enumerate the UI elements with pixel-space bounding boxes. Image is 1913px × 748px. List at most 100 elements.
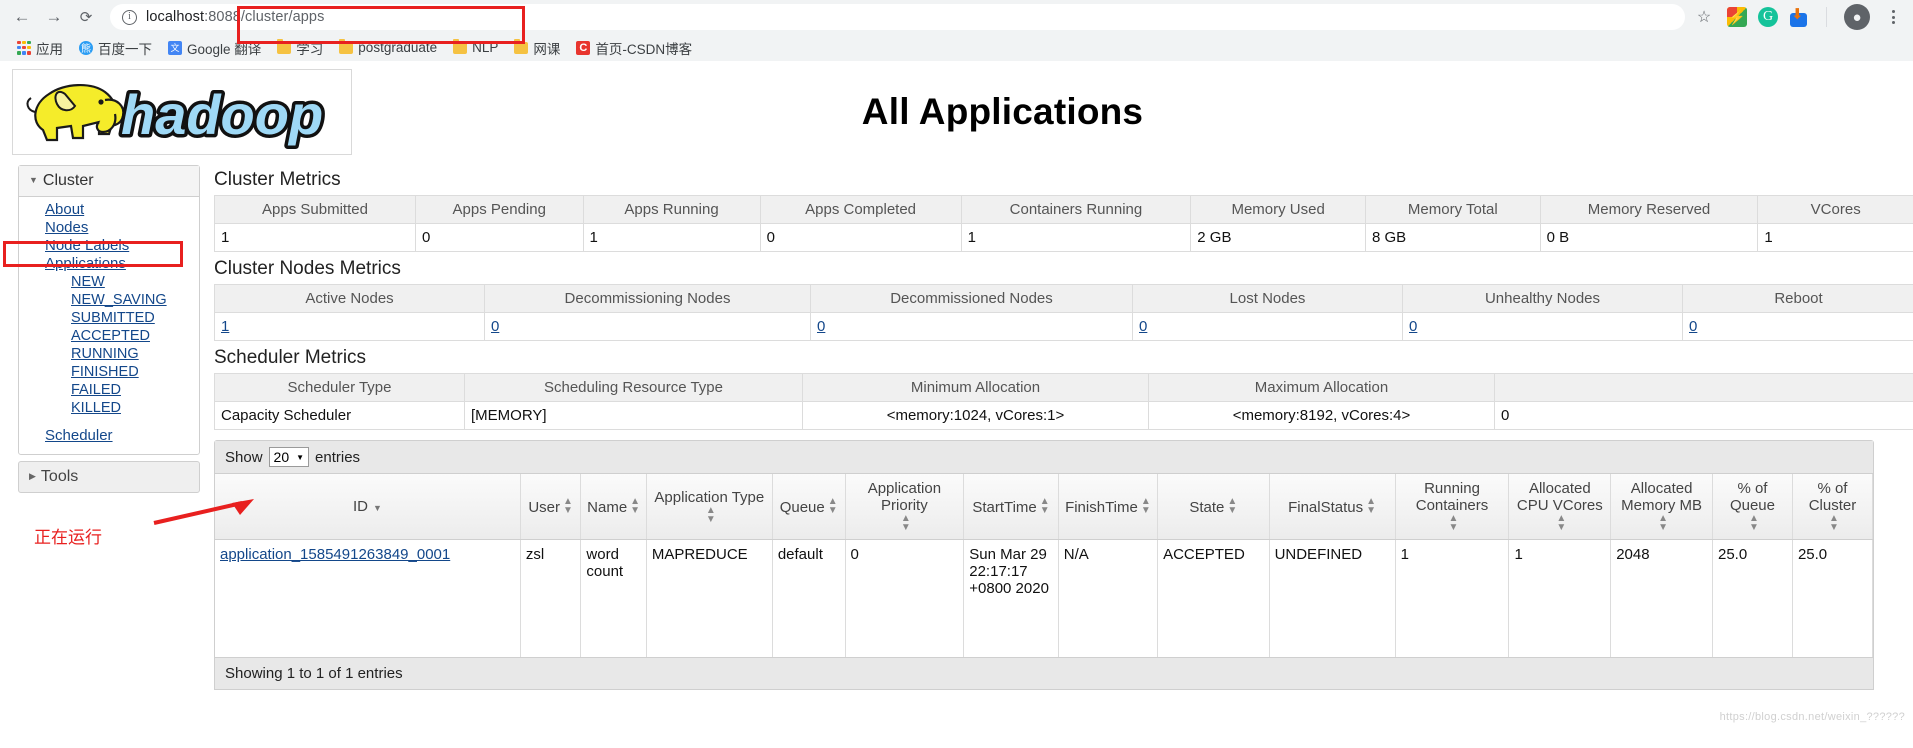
download-manager-icon[interactable] bbox=[1789, 5, 1809, 27]
col-state[interactable]: State ▲ ▼ bbox=[1157, 474, 1270, 540]
back-icon[interactable]: ← bbox=[8, 3, 36, 31]
bookmark-postgraduate[interactable]: postgraduate bbox=[332, 37, 444, 58]
col-scheduling-resource-type: Scheduling Resource Type bbox=[464, 373, 803, 402]
sort-icon: ▲ ▼ bbox=[630, 496, 641, 516]
unhealthy-nodes-link[interactable]: 0 bbox=[1409, 318, 1417, 335]
col-allocated-cpu-vcores[interactable]: Allocated CPU VCores ▲ ▼ bbox=[1508, 474, 1612, 540]
cell-apps-running: 1 bbox=[582, 223, 761, 252]
table-row: 1 0 1 0 1 2 GB 8 GB 0 B 1 bbox=[214, 223, 1913, 252]
application-id-link[interactable]: application_1585491263849_0001 bbox=[220, 546, 450, 563]
cell-state: ACCEPTED bbox=[1157, 539, 1270, 658]
url-path: :8088/cluster/apps bbox=[204, 9, 325, 25]
extensions-area: G ● bbox=[1721, 4, 1905, 30]
col-apps-completed: Apps Completed bbox=[759, 195, 962, 224]
watermark: https://blog.csdn.net/weixin_?????? bbox=[1719, 711, 1905, 723]
col-finish-time[interactable]: FinishTime ▲ ▼ bbox=[1058, 474, 1159, 540]
sidebar-item-nodes[interactable]: Nodes bbox=[19, 219, 199, 237]
sidebar-item-node-labels[interactable]: Node Labels bbox=[19, 237, 199, 255]
col-name[interactable]: Name ▲ ▼ bbox=[580, 474, 647, 540]
bookmark-apps[interactable]: 应用 bbox=[10, 35, 70, 61]
datatable-length-control: Show 20 ▼ entries bbox=[215, 441, 1873, 474]
bookmark-google-translate[interactable]: 文 Google 翻译 bbox=[161, 35, 268, 61]
browser-toolbar: ← → ⟳ i localhost:8088/cluster/apps ☆ G … bbox=[0, 0, 1913, 44]
colorful-extension-icon[interactable] bbox=[1727, 7, 1747, 27]
cell-memory-reserved: 0 B bbox=[1539, 223, 1759, 252]
col-start-time[interactable]: StartTime ▲ ▼ bbox=[963, 474, 1059, 540]
col-queue[interactable]: Queue ▲ ▼ bbox=[772, 474, 846, 540]
col-id[interactable]: ID ▼ bbox=[215, 474, 521, 540]
tools-panel: ▶ Tools bbox=[18, 461, 200, 493]
table-header-row: Active Nodes Decommissioning Nodes Decom… bbox=[214, 284, 1913, 313]
sort-icon: ▲ ▼ bbox=[563, 496, 573, 516]
decommissioned-nodes-link[interactable]: 0 bbox=[817, 318, 825, 335]
bookmark-nlp[interactable]: NLP bbox=[446, 37, 505, 58]
cluster-panel-header[interactable]: ▼ Cluster bbox=[19, 166, 199, 197]
grammarly-icon[interactable]: G bbox=[1758, 7, 1778, 27]
sort-desc-icon: ▼ bbox=[372, 503, 382, 513]
sort-icon: ▲ ▼ bbox=[1366, 496, 1377, 516]
sidebar-item-applications[interactable]: Applications bbox=[19, 255, 199, 273]
sort-icon: ▲ ▼ bbox=[1140, 496, 1151, 516]
chevron-right-icon: ▶ bbox=[29, 471, 36, 481]
browser-menu-icon[interactable] bbox=[1881, 10, 1905, 24]
col-pct-of-queue[interactable]: % of Queue ▲ ▼ bbox=[1712, 474, 1793, 540]
sidebar-item-accepted[interactable]: ACCEPTED bbox=[19, 327, 199, 345]
profile-avatar[interactable]: ● bbox=[1844, 4, 1870, 30]
bookmark-star-icon[interactable]: ☆ bbox=[1691, 4, 1717, 30]
col-unhealthy-nodes: Unhealthy Nodes bbox=[1402, 284, 1683, 313]
bookmark-wangke[interactable]: 网课 bbox=[507, 35, 567, 61]
col-application-priority[interactable]: Application Priority ▲ ▼ bbox=[845, 474, 965, 540]
forward-icon[interactable]: → bbox=[40, 3, 68, 31]
page-content: hadoop hadoop All Applications ▼ Cluster … bbox=[0, 61, 1913, 747]
reload-icon[interactable]: ⟳ bbox=[72, 3, 100, 31]
baidu-favicon: 熊 bbox=[79, 40, 93, 55]
decommissioning-nodes-link[interactable]: 0 bbox=[491, 318, 499, 335]
page-size-select[interactable]: 20 ▼ bbox=[268, 447, 310, 467]
site-info-icon[interactable]: i bbox=[122, 9, 137, 25]
sidebar-item-running[interactable]: RUNNING bbox=[19, 345, 199, 363]
sidebar-item-submitted[interactable]: SUBMITTED bbox=[19, 309, 199, 327]
col-maximum-allocation: Maximum Allocation bbox=[1148, 373, 1495, 402]
sidebar-item-scheduler[interactable]: Scheduler bbox=[19, 427, 199, 445]
col-apps-running: Apps Running bbox=[582, 195, 761, 224]
address-bar-url: localhost:8088/cluster/apps bbox=[146, 9, 324, 25]
cell-application-type: MAPREDUCE bbox=[646, 539, 773, 658]
cell-apps-pending: 0 bbox=[415, 223, 584, 252]
sidebar-item-killed[interactable]: KILLED bbox=[19, 399, 199, 417]
hadoop-logo[interactable]: hadoop hadoop bbox=[12, 69, 352, 155]
table-row: Capacity Scheduler [MEMORY] <memory:1024… bbox=[214, 401, 1913, 430]
folder-icon bbox=[453, 39, 468, 54]
cell-start-time: Sun Mar 29 22:17:17 +0800 2020 bbox=[963, 539, 1059, 658]
cell-scheduler-type: Capacity Scheduler bbox=[214, 401, 465, 430]
active-nodes-link[interactable]: 1 bbox=[221, 318, 229, 335]
cell-allocated-cpu-vcores: 1 bbox=[1508, 539, 1612, 658]
col-memory-reserved: Memory Reserved bbox=[1539, 195, 1759, 224]
sort-icon: ▲ ▼ bbox=[827, 496, 838, 516]
bookmark-baidu[interactable]: 熊 百度一下 bbox=[72, 35, 159, 61]
datatable-info: Showing 1 to 1 of 1 entries bbox=[215, 658, 1873, 689]
col-final-status[interactable]: FinalStatus ▲ ▼ bbox=[1269, 474, 1396, 540]
address-bar[interactable]: i localhost:8088/cluster/apps bbox=[110, 4, 1685, 30]
sidebar-item-failed[interactable]: FAILED bbox=[19, 381, 199, 399]
col-running-containers[interactable]: Running Containers ▲ ▼ bbox=[1395, 474, 1510, 540]
sidebar-item-finished[interactable]: FINISHED bbox=[19, 363, 199, 381]
sort-icon: ▲ ▼ bbox=[1227, 496, 1238, 516]
red-arrow-icon bbox=[153, 499, 254, 525]
tools-panel-header[interactable]: ▶ Tools bbox=[18, 461, 200, 493]
bookmark-csdn[interactable]: C 首页-CSDN博客 bbox=[569, 35, 699, 61]
table-row: application_1585491263849_0001 zsl word … bbox=[215, 539, 1874, 658]
col-user[interactable]: User ▲ ▼ bbox=[520, 474, 582, 540]
bookmark-xuexi[interactable]: 学习 bbox=[270, 35, 330, 61]
sidebar-item-about[interactable]: About bbox=[19, 201, 199, 219]
col-allocated-memory-mb[interactable]: Allocated Memory MB ▲ ▼ bbox=[1610, 474, 1713, 540]
reboot-nodes-link[interactable]: 0 bbox=[1689, 318, 1697, 335]
sidebar-item-new[interactable]: NEW bbox=[19, 273, 199, 291]
url-host: localhost bbox=[146, 9, 205, 25]
sidebar-item-new-saving[interactable]: NEW_SAVING bbox=[19, 291, 199, 309]
col-application-type[interactable]: Application Type ▲ ▼ bbox=[646, 474, 773, 540]
applications-table-container: Show 20 ▼ entries ID ▼ User ▲ ▼ Name ▲ ▼… bbox=[214, 440, 1874, 690]
col-pct-of-cluster[interactable]: % of Cluster ▲ ▼ bbox=[1792, 474, 1874, 540]
lost-nodes-link[interactable]: 0 bbox=[1139, 318, 1147, 335]
cell-application-priority: 0 bbox=[845, 539, 965, 658]
show-label: Show bbox=[225, 448, 263, 466]
